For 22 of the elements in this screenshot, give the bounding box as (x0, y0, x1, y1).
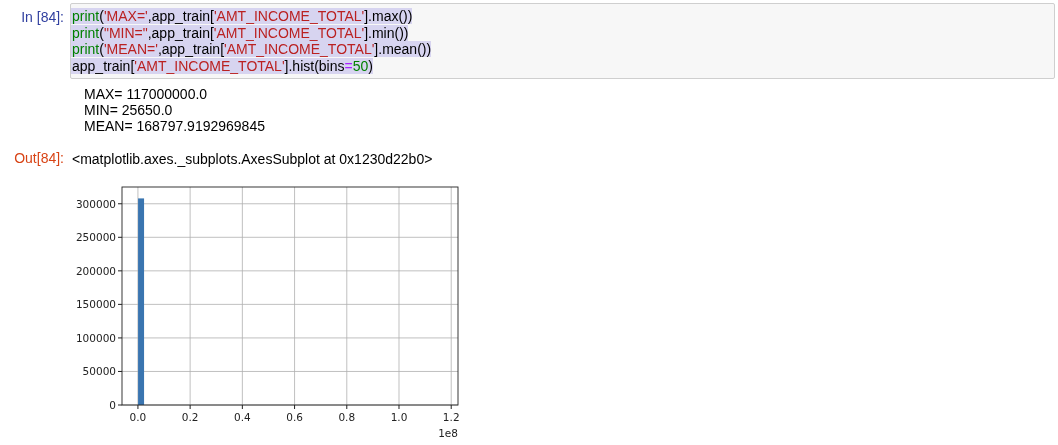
y-tick-label: 50000 (82, 365, 116, 378)
axis-offset-label: 1e8 (438, 427, 458, 439)
output-prompt: Out[84]: (13, 150, 65, 166)
y-tick-label: 0 (109, 399, 116, 411)
x-tick-label: 0.6 (286, 411, 303, 423)
y-tick-label: 300000 (75, 197, 116, 210)
x-tick-label: 0.0 (129, 411, 147, 423)
output-repr: <matplotlib.axes._subplots.AxesSubplot at 0x1230d22b0> (72, 150, 433, 167)
x-tick-label: 1.2 (442, 411, 460, 423)
y-tick-label: 150000 (75, 298, 116, 311)
x-tick-label: 1.0 (390, 411, 408, 423)
input-prompt: In [84]: (20, 8, 65, 25)
y-tick-label: 250000 (75, 231, 116, 244)
y-tick-label: 100000 (75, 331, 116, 344)
x-tick-label: 0.2 (181, 411, 199, 423)
output-line: MIN= 25650.0 (84, 102, 174, 118)
output-line: MAX= 117000000.0 (84, 86, 209, 102)
x-tick-label: 0.8 (338, 411, 356, 423)
y-tick-label: 200000 (75, 264, 116, 277)
output-line: MEAN= 168797.9192969845 (84, 118, 266, 134)
x-tick-label: 0.4 (234, 411, 251, 423)
code-editor[interactable]: print('MAX=',app_train['AMT_INCOME_TOTAL'].max()) print("MIN=",app_train['AMT_INCOME_TOTAL'].min()) print('MEAN=',app_train['AMT_INCOME_TOTAL'].mean()) app_train['AMT_INCOME_TOTAL'].hist(bins=50) (70, 3, 1055, 79)
